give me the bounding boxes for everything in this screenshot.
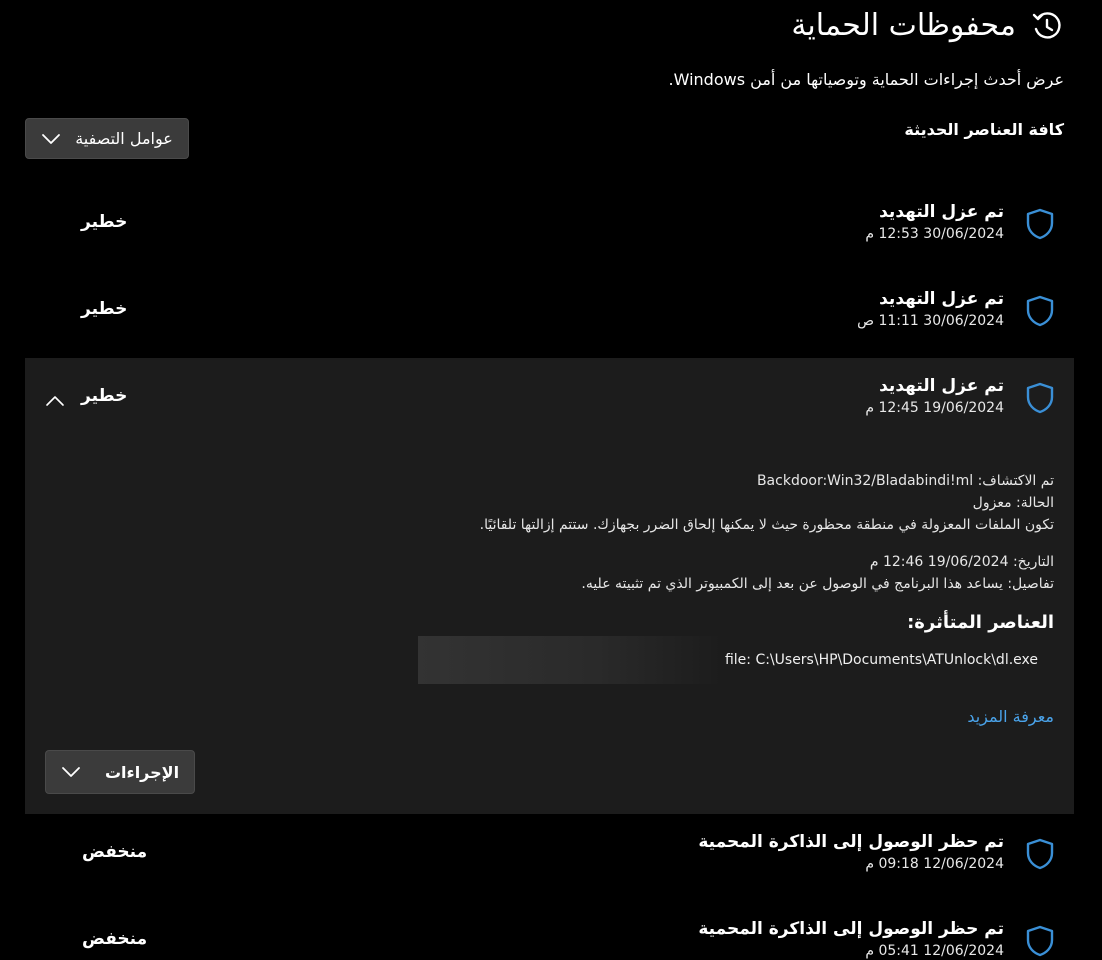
details-line: تفاصيل: يساعد هذا البرنامج في الوصول عن …	[581, 576, 1054, 592]
affected-items-title: العناصر المتأثرة:	[907, 612, 1054, 633]
detected-value: Backdoor:Win32/Bladabindi!ml	[756, 473, 974, 489]
expanded-item-header[interactable]: تم عزل التهديد 19/06/2024 12:45 م خطير	[25, 358, 1074, 445]
shield-icon	[1026, 925, 1054, 957]
item-title: تم عزل التهديد	[879, 376, 1004, 396]
chevron-down-icon	[61, 766, 81, 778]
detected-label: تم الاكتشاف:	[977, 473, 1054, 489]
filters-button-label: عوامل التصفية	[75, 129, 173, 148]
status-description: تكون الملفات المعزولة في منطقة محظورة حي…	[479, 517, 1054, 533]
item-time: 30/06/2024 11:11 ص	[857, 313, 1004, 329]
page-title: محفوظات الحماية	[791, 8, 1016, 43]
actions-button[interactable]: الإجراءات	[45, 750, 195, 794]
status-line: الحالة: معزول	[973, 495, 1054, 511]
item-time: 12/06/2024 09:18 م	[865, 856, 1004, 872]
section-label: كافة العناصر الحديثة	[904, 120, 1064, 139]
chevron-up-icon[interactable]	[45, 392, 65, 406]
list-item[interactable]: تم عزل التهديد 30/06/2024 11:11 ص خطير	[25, 271, 1074, 358]
protection-history-page: محفوظات الحماية عرض أحدث إجراءات الحماية…	[0, 0, 1102, 960]
item-title: تم حظر الوصول إلى الذاكرة المحمية	[698, 832, 1004, 852]
history-icon	[1030, 9, 1064, 43]
expanded-list-item: تم عزل التهديد 19/06/2024 12:45 م خطير ت…	[25, 358, 1074, 814]
detected-line: تم الاكتشاف: Backdoor:Win32/Bladabindi!m…	[757, 473, 1054, 489]
severity-label: منخفض	[82, 929, 148, 949]
chevron-down-icon	[41, 133, 61, 145]
item-time: 19/06/2024 12:45 م	[865, 400, 1004, 416]
item-title: تم حظر الوصول إلى الذاكرة المحمية	[698, 919, 1004, 939]
list-item[interactable]: تم حظر الوصول إلى الذاكرة المحمية 12/06/…	[25, 901, 1074, 960]
severity-label: خطير	[81, 299, 128, 319]
actions-button-label: الإجراءات	[104, 762, 180, 782]
item-title: تم عزل التهديد	[879, 289, 1004, 309]
severity-label: خطير	[81, 212, 128, 232]
affected-file-path: file: C:\Users\HP\Documents\ATUnlock\dl.…	[724, 652, 1038, 668]
item-title: تم عزل التهديد	[879, 202, 1004, 222]
list-item[interactable]: تم حظر الوصول إلى الذاكرة المحمية 12/06/…	[25, 814, 1074, 901]
details-label: تفاصيل:	[1007, 576, 1054, 592]
filters-button[interactable]: عوامل التصفية	[25, 118, 189, 159]
date-value: 19/06/2024 12:46 م	[869, 554, 1009, 570]
shield-icon	[1026, 295, 1054, 327]
severity-label: منخفض	[82, 842, 148, 862]
shield-icon	[1026, 838, 1054, 870]
learn-more-link[interactable]: معرفة المزيد	[967, 707, 1054, 726]
severity-label: خطير	[81, 386, 128, 406]
status-value: معزول	[972, 495, 1012, 511]
date-label: التاريخ:	[1012, 554, 1054, 570]
item-time: 30/06/2024 12:53 م	[865, 226, 1004, 242]
page-subtitle: عرض أحدث إجراءات الحماية وتوصياتها من أم…	[668, 70, 1064, 89]
page-header: محفوظات الحماية	[791, 8, 1064, 43]
status-label: الحالة:	[1016, 495, 1054, 511]
list-item[interactable]: تم عزل التهديد 30/06/2024 12:53 م خطير	[25, 184, 1074, 271]
shield-icon	[1026, 382, 1054, 414]
details-value: يساعد هذا البرنامج في الوصول عن بعد إلى …	[581, 576, 1003, 592]
affected-file-box: file: C:\Users\HP\Documents\ATUnlock\dl.…	[418, 636, 1054, 684]
shield-icon	[1026, 208, 1054, 240]
item-time: 12/06/2024 05:41 م	[865, 943, 1004, 959]
date-line: التاريخ: 19/06/2024 12:46 م	[870, 554, 1054, 570]
